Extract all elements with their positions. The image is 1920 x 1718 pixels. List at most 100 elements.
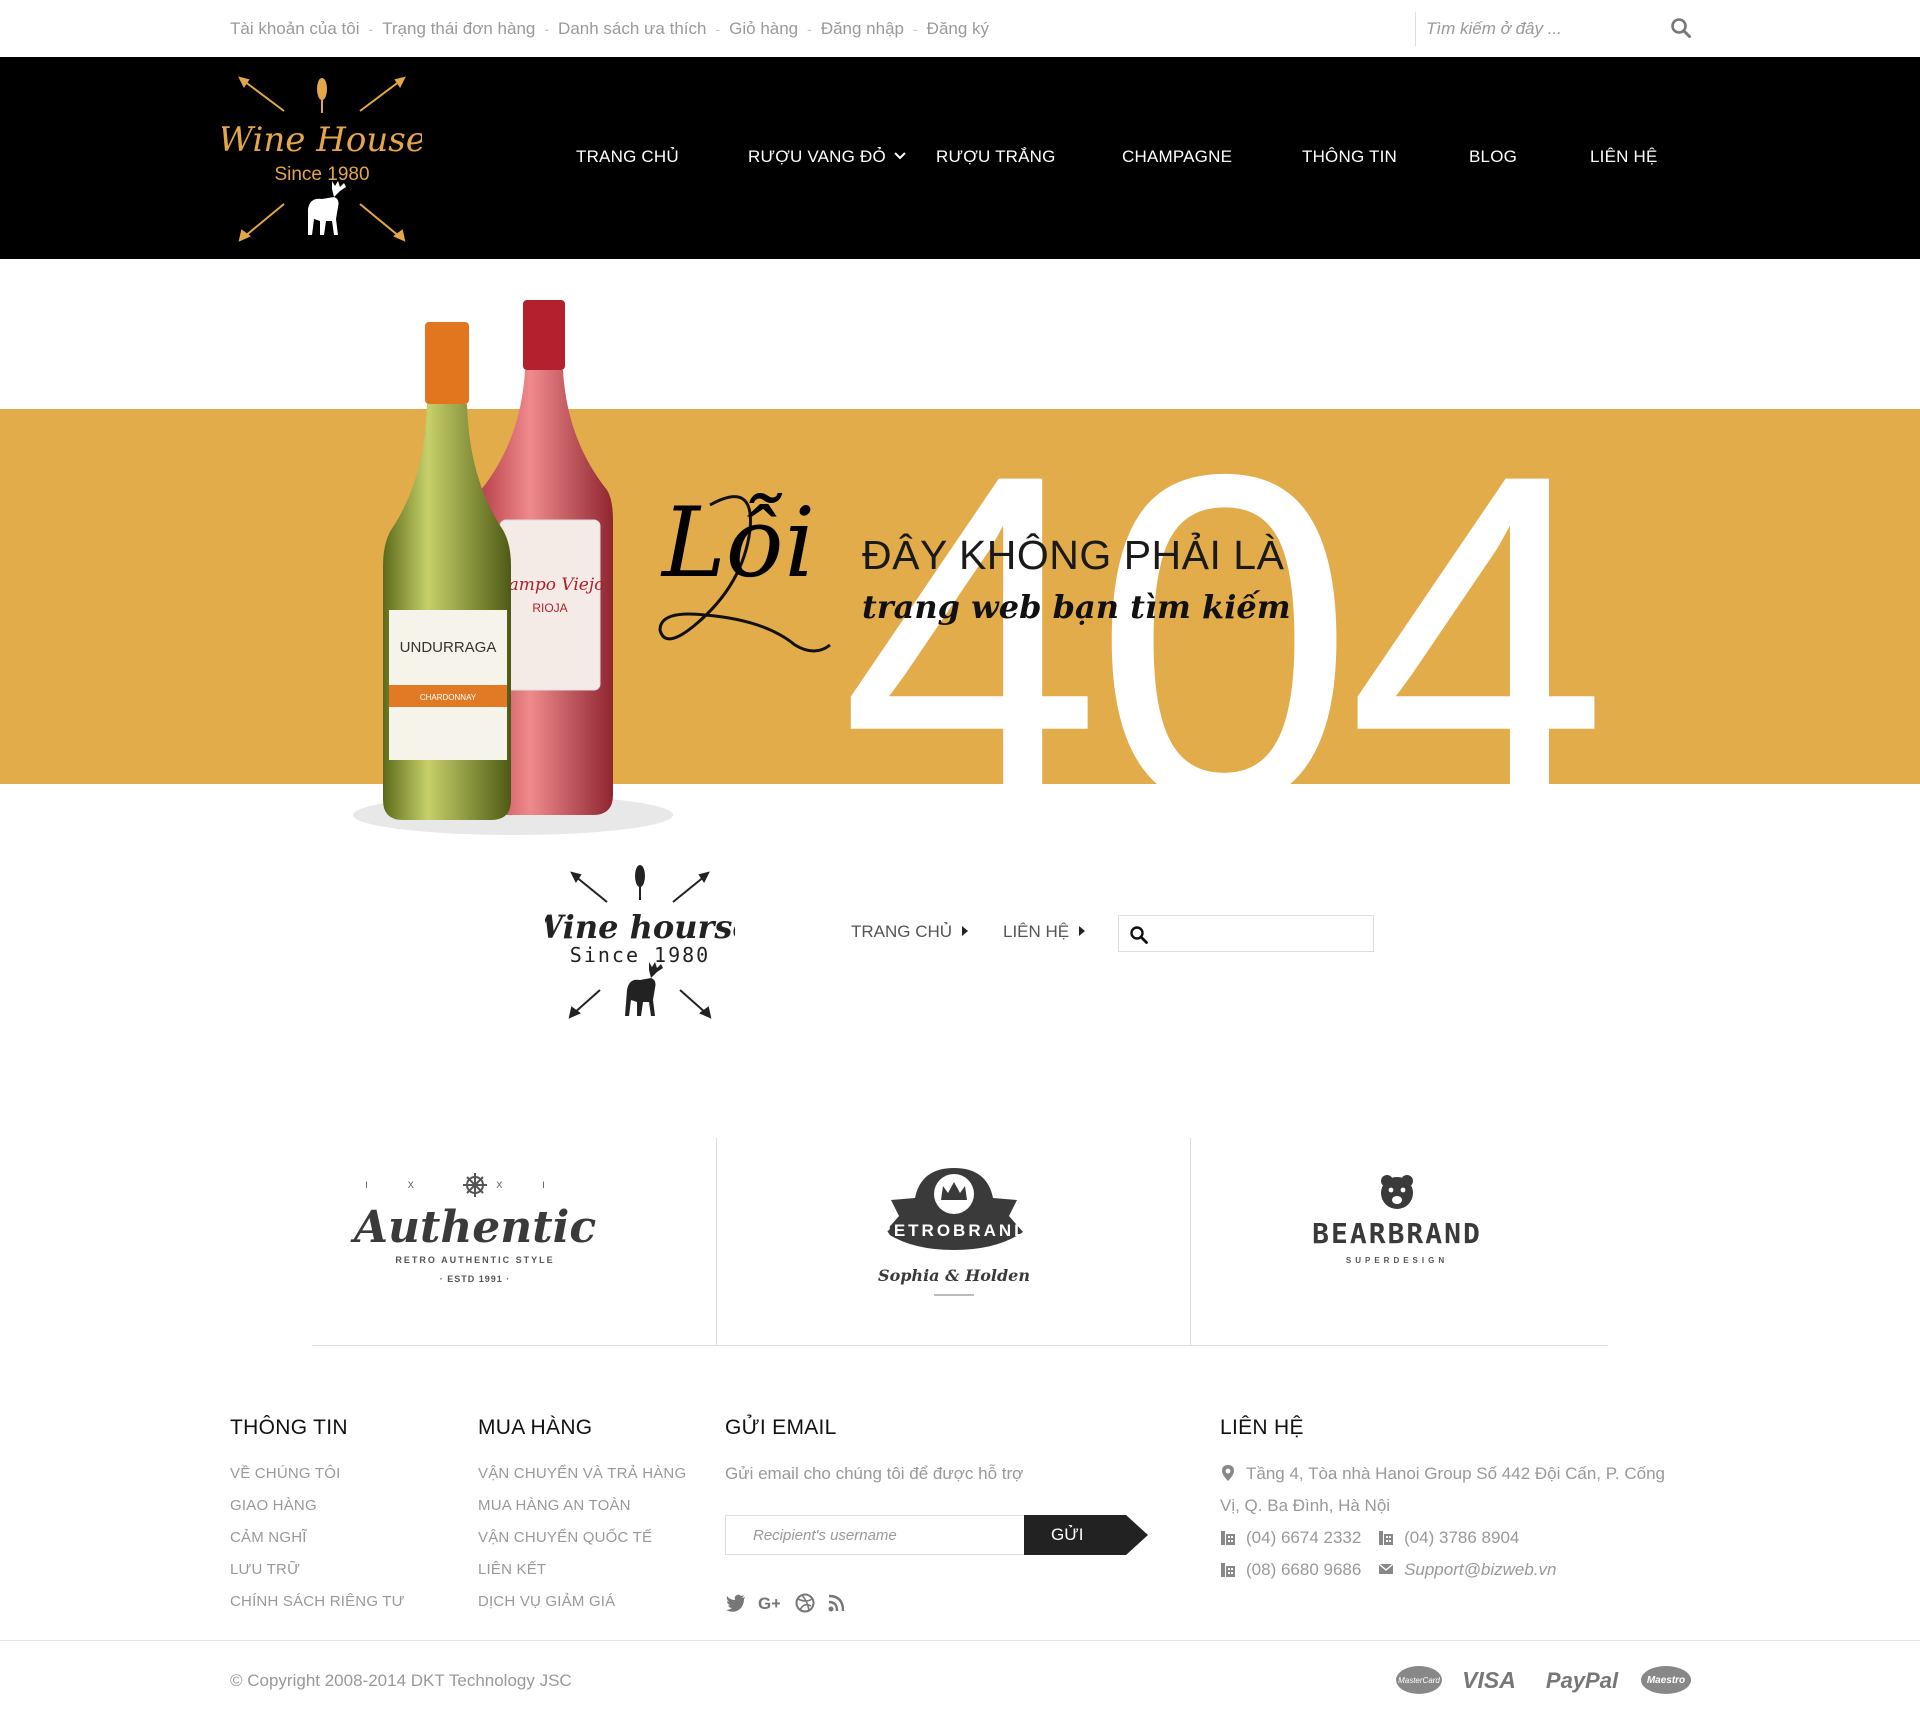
brand-bearbrand[interactable]: BEARBRAND SUPERDESIGN [1190,1138,1608,1345]
error-title-script: Lỗi [662,487,816,599]
brand-authentic[interactable]: IX XI Authentic RETRO AUTHENTIC STYLE · … [312,1138,716,1345]
svg-text:G+: G+ [758,1594,780,1613]
caret-right-icon [962,926,969,936]
footer-shop-title: MUA HÀNG [478,1416,593,1439]
twitter-icon[interactable] [725,1592,747,1614]
footer-email-title: GỬI EMAIL [725,1416,837,1439]
main-nav: TRANG CHỦ RƯỢU VANG ĐỎ RƯỢU TRẮNG CHAMPA… [0,147,1920,177]
nav-champagne[interactable]: CHAMPAGNE [1122,147,1232,167]
search-icon[interactable] [1129,925,1149,945]
contact-address-line2: Vị, Q. Ba Đình, Hà Nội [1220,1496,1391,1515]
logo2-name: Wine hourse [545,908,735,946]
secondary-search-input[interactable] [1157,920,1367,948]
brand-retrobrand[interactable]: RETROBRAND Sophia & Holden [716,1138,1190,1345]
nav-info[interactable]: THÔNG TIN [1302,147,1397,167]
top-bar: Tài khoản của tôi - Trạng thái đơn hàng - Da… [0,0,1920,57]
footer-affiliate-link[interactable]: LIÊN KẾT [478,1561,546,1578]
footer-shipping-link[interactable]: VẬN CHUYỂN VÀ TRẢ HÀNG [478,1465,686,1482]
secondary-search [1118,915,1374,952]
nav-red-wine-label: RƯỢU VANG ĐỎ [748,147,886,166]
maestro-icon: Maestro [1641,1666,1691,1694]
rss-icon[interactable] [826,1592,848,1614]
footer-about-link[interactable]: VỀ CHÚNG TÔI [230,1465,340,1482]
mastercard-icon: MasterCard [1396,1666,1442,1694]
search-icon[interactable] [1669,16,1693,40]
footer-archive-link[interactable]: LƯU TRỮ [230,1561,300,1578]
deer-icon [625,962,663,1016]
retrobrand-sub: Sophia & Holden [878,1266,1030,1285]
contact-phones-1: (04) 6674 2332 (04) 3786 8904 [1220,1528,1519,1548]
visa-label: VISA [1462,1667,1516,1693]
wishlist-link[interactable]: Danh sách ưa thích [558,19,706,38]
footer-secure-link[interactable]: MUA HÀNG AN TOÀN [478,1497,631,1514]
logo2-tagline: Since 1980 [570,943,710,967]
error-subline: trang web bạn tìm kiếm [862,588,1291,626]
order-status-link[interactable]: Trạng thái đơn hàng [382,19,535,38]
authentic-sub: RETRO AUTHENTIC STYLE [395,1255,554,1265]
footer-testimonials-link[interactable]: CẢM NGHĨ [230,1529,307,1546]
chevron-down-icon [894,152,906,160]
top-search-input[interactable] [1426,15,1636,43]
footer-privacy-link[interactable]: CHÍNH SÁCH RIÊNG TƯ [230,1593,405,1610]
separator: - [715,21,721,37]
account-links: Tài khoản của tôi - Trạng thái đơn hàng - Da… [230,19,989,39]
nav-contact[interactable]: LIÊN HỆ [1590,147,1658,167]
newsletter-send-button[interactable]: GỬI [1024,1515,1148,1555]
contact-phones-2: (08) 6680 9686 Support@bizweb.vn [1220,1560,1556,1580]
nav-white-wine[interactable]: RƯỢU TRẮNG [936,147,1056,167]
cart-link[interactable]: Giỏ hàng [729,19,798,38]
mastercard-label: MasterCard [1398,1676,1440,1685]
copyright-text: © Copyright 2008-2014 DKT Technology JSC [230,1671,572,1690]
wine-bottles-image: Campo Viejo RIOJA UNDURRAGA CHARDONNAY [353,300,673,835]
separator: - [544,21,550,37]
secondary-home-link[interactable]: TRANG CHỦ [851,922,969,942]
nav-blog[interactable]: BLOG [1469,147,1517,167]
wine-hourse-logo[interactable]: Wine hourse Since 1980 [545,862,735,1024]
footer-divider [0,1640,1920,1641]
separator: - [807,21,812,37]
contact-email[interactable]: Support@bizweb.vn [1404,1560,1556,1579]
google-plus-icon[interactable]: G+ [758,1592,780,1614]
bottle-label-rioja: RIOJA [532,601,567,615]
secondary-contact-link[interactable]: LIÊN HỆ [1003,922,1086,942]
footer-contact-title: LIÊN HỆ [1220,1416,1304,1439]
newsletter-input[interactable] [726,1516,1025,1554]
fax-icon [1221,1531,1235,1545]
envelope-icon [1378,1563,1394,1574]
error-headline: ĐÂY KHÔNG PHẢI LÀ [862,532,1285,578]
footer-delivery-link[interactable]: GIAO HÀNG [230,1497,317,1514]
my-account-link[interactable]: Tài khoản của tôi [230,19,359,38]
footer-intl-link[interactable]: VẬN CHUYỂN QUỐC TẾ [478,1529,652,1546]
bottle-label-chardonnay: CHARDONNAY [420,693,477,702]
fax-icon [1221,1563,1235,1577]
authentic-est: · ESTD 1991 · [440,1274,511,1284]
contact-address-line1: Tầng 4, Tòa nhà Hanoi Group Số 442 Đội C… [1246,1464,1665,1483]
contact-address: Tầng 4, Tòa nhà Hanoi Group Số 442 Đội C… [1220,1464,1665,1484]
paypal-label: PayPal [1546,1668,1619,1693]
map-marker-icon [1222,1465,1234,1481]
footer-discount-link[interactable]: DỊCH VỤ GIẢM GIÁ [478,1593,615,1610]
retrobrand-logo: RETROBRAND Sophia & Holden [878,1168,1030,1296]
authentic-logo: IX XI Authentic RETRO AUTHENTIC STYLE · … [350,1173,596,1284]
dribbble-icon[interactable] [794,1592,816,1614]
retrobrand-name: RETROBRAND [879,1221,1030,1240]
deer-icon [308,181,346,235]
contact-phone-1: (04) 6674 2332 [1246,1528,1362,1547]
ship-wheel-icon [463,1173,487,1197]
separator: - [368,21,374,37]
contact-phone-2: (04) 3786 8904 [1404,1528,1520,1547]
nav-red-wine[interactable]: RƯỢU VANG ĐỎ [748,147,906,167]
footer-email-note: Gửi email cho chúng tôi để được hỗ trợ [725,1464,1024,1483]
login-link[interactable]: Đăng nhập [821,19,904,38]
nav-home[interactable]: TRANG CHỦ [576,147,679,167]
bearbrand-logo: BEARBRAND SUPERDESIGN [1312,1175,1480,1265]
contact-phone-3: (08) 6680 9686 [1246,1560,1362,1579]
register-link[interactable]: Đăng ký [927,19,989,38]
brand-logos: IX XI Authentic RETRO AUTHENTIC STYLE · … [312,1138,1608,1346]
bearbrand-sub: SUPERDESIGN [1346,1256,1448,1265]
bear-icon [1381,1175,1413,1209]
bottle-label-campo: Campo Viejo [496,575,605,595]
footer-info-title: THÔNG TIN [230,1416,348,1439]
caret-right-icon [1079,926,1086,936]
newsletter-field [725,1515,1025,1555]
